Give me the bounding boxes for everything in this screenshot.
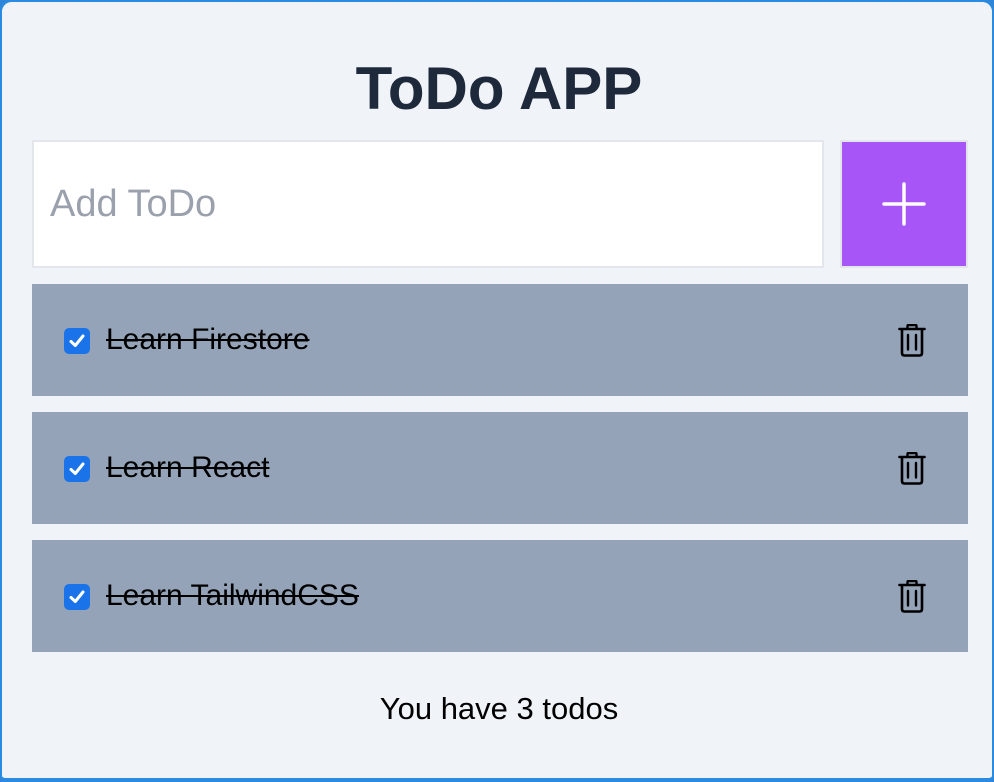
todo-text[interactable]: Learn React [106,450,269,486]
add-todo-form [32,140,968,268]
delete-todo-button[interactable] [892,320,932,360]
todo-checkbox[interactable] [64,328,90,354]
check-icon [69,590,85,603]
trash-icon [898,579,926,613]
todo-count: You have 3 todos [379,691,619,726]
todo-card: ToDo APP Learn Firestore [2,2,992,778]
trash-icon [898,323,926,357]
page-title: ToDo APP [355,55,643,122]
todo-text[interactable]: Learn TailwindCSS [106,578,359,614]
add-todo-button[interactable] [840,140,968,268]
todo-checkbox[interactable] [64,456,90,482]
delete-todo-button[interactable] [892,448,932,488]
todo-text[interactable]: Learn Firestore [106,322,309,358]
delete-todo-button[interactable] [892,576,932,616]
todo-item: Learn React [32,412,968,524]
todo-item: Learn TailwindCSS [32,540,968,652]
todo-checkbox[interactable] [64,584,90,610]
check-icon [69,462,85,475]
add-todo-input[interactable] [32,140,824,268]
plus-icon [882,182,926,226]
check-icon [69,334,85,347]
todo-item: Learn Firestore [32,284,968,396]
trash-icon [898,451,926,485]
app-window: ToDo APP Learn Firestore [0,0,994,782]
